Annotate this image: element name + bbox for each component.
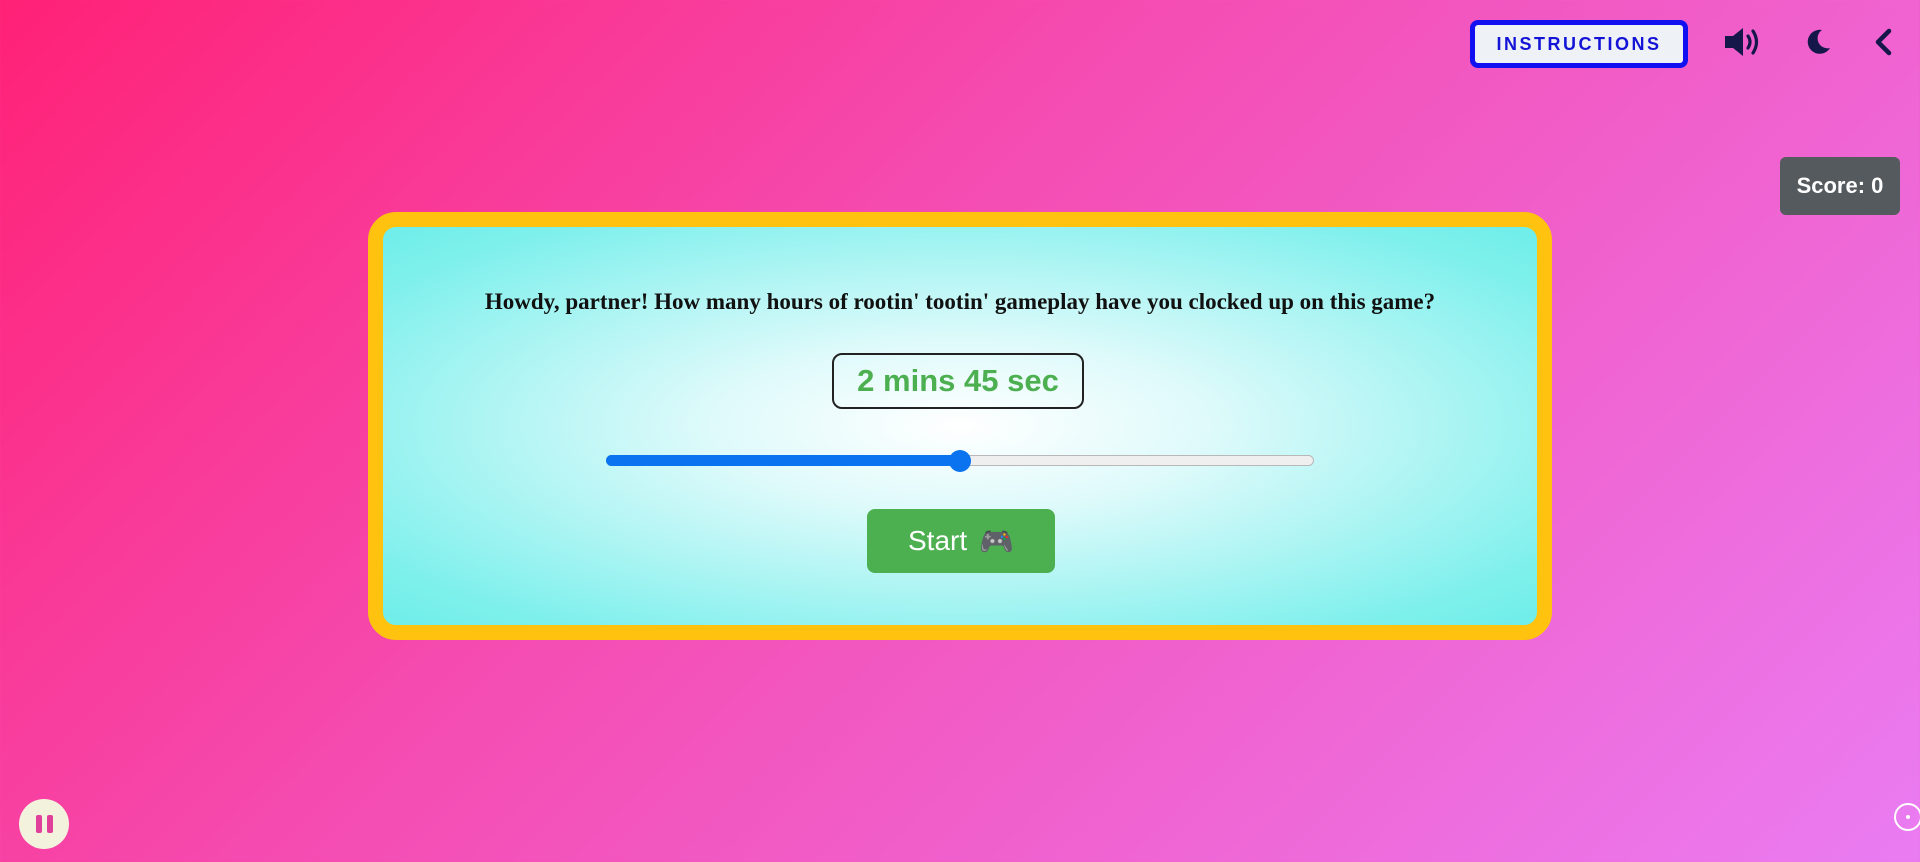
question-card: Howdy, partner! How many hours of rootin…: [368, 212, 1552, 640]
time-display: 2 mins 45 sec: [832, 353, 1084, 409]
question-text: Howdy, partner! How many hours of rootin…: [484, 289, 1436, 314]
gamepad-icon: 🎮: [979, 525, 1014, 557]
moon-icon[interactable]: [1796, 20, 1840, 64]
slider-fill: [606, 455, 960, 466]
chevron-left-icon[interactable]: [1862, 20, 1906, 64]
speaker-volume-icon[interactable]: [1722, 20, 1766, 64]
instructions-button[interactable]: INSTRUCTIONS: [1470, 20, 1688, 68]
pause-button[interactable]: [19, 799, 69, 849]
circle-dot-icon[interactable]: [1894, 803, 1920, 831]
pause-icon: [35, 815, 42, 833]
score-display: Score: 0: [1780, 157, 1900, 215]
start-button[interactable]: Start 🎮: [867, 509, 1055, 573]
hours-slider[interactable]: [606, 450, 1314, 472]
slider-thumb[interactable]: [949, 450, 971, 472]
start-label: Start: [907, 525, 968, 556]
